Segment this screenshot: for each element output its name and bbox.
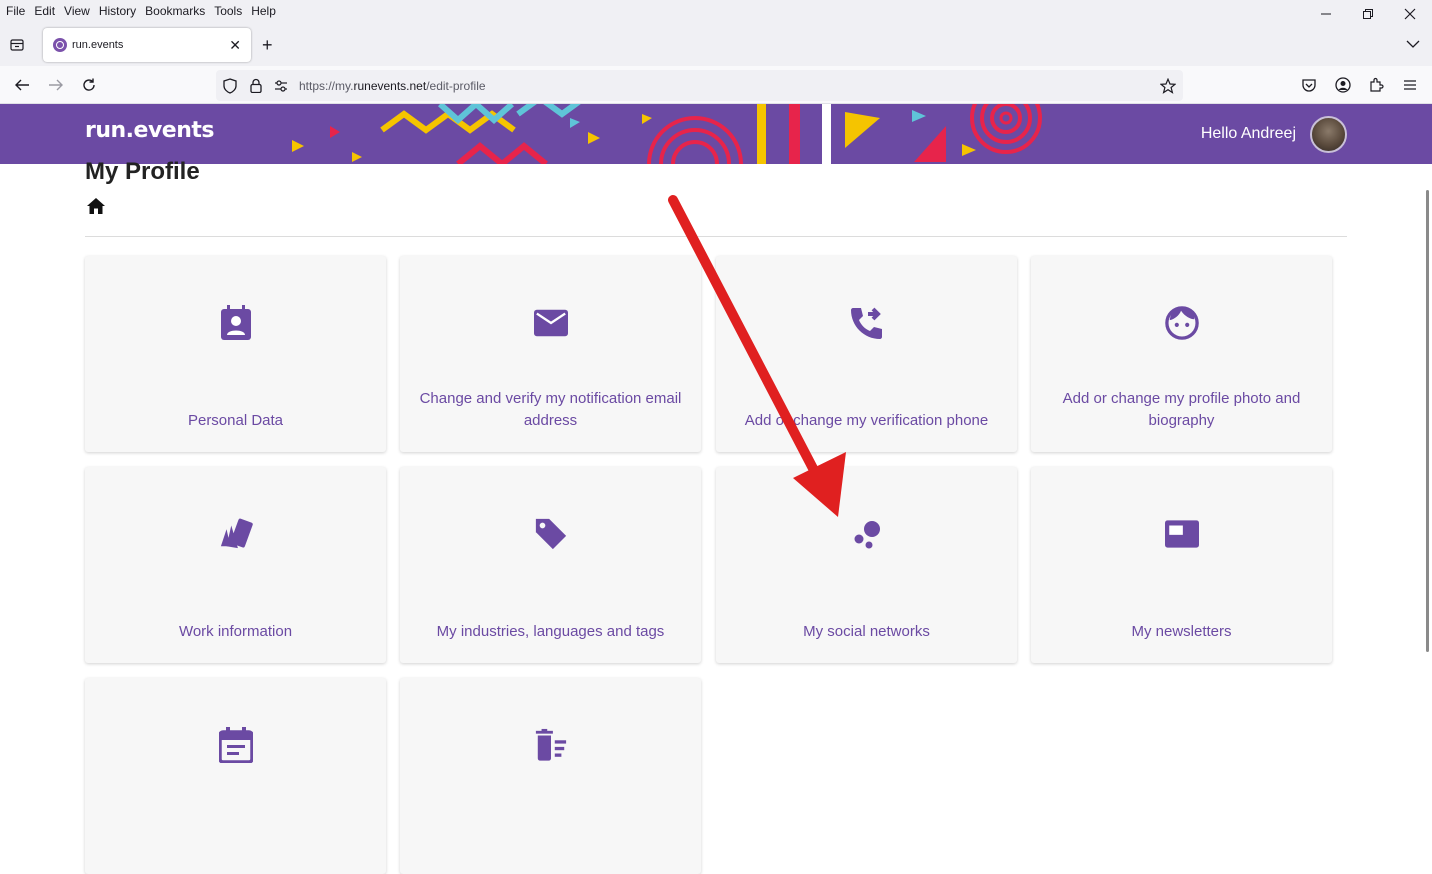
email-icon: [533, 306, 568, 340]
tab-bar: run.events ✕ +: [0, 22, 1432, 66]
card-calendar[interactable]: [85, 678, 386, 874]
card-label: My social networks: [803, 623, 930, 640]
account-icon: [1335, 77, 1351, 93]
shield-icon[interactable]: [223, 78, 237, 94]
tab-run-events[interactable]: run.events ✕: [43, 28, 251, 62]
pocket-icon: [1302, 78, 1316, 92]
menu-edit[interactable]: Edit: [34, 4, 55, 18]
back-button[interactable]: [12, 75, 32, 95]
user-avatar[interactable]: [1310, 116, 1347, 153]
menu-view[interactable]: View: [64, 4, 90, 18]
forward-button[interactable]: [46, 75, 66, 95]
header-divider: [822, 104, 831, 164]
card-label: Change and verify my notification email …: [419, 390, 682, 429]
card-work-information[interactable]: Work information: [85, 467, 386, 663]
tab-close-icon[interactable]: ✕: [229, 37, 241, 54]
extensions-button[interactable]: [1366, 75, 1386, 95]
new-tab-button[interactable]: +: [262, 35, 273, 56]
card-industries-languages-tags[interactable]: My industries, languages and tags: [400, 467, 701, 663]
run-events-favicon-icon: [53, 38, 67, 52]
lock-icon[interactable]: [250, 78, 262, 93]
card-label: Personal Data: [187, 412, 284, 429]
list-all-tabs-button[interactable]: [1406, 36, 1420, 54]
menu-bookmarks[interactable]: Bookmarks: [145, 4, 205, 18]
card-label: Work information: [178, 623, 293, 640]
menu-bar: File Edit View History Bookmarks Tools H…: [0, 0, 1432, 22]
page-scrollbar[interactable]: [1426, 190, 1429, 652]
tab-list-icon: [10, 39, 24, 51]
phone-forward-icon: [850, 306, 884, 340]
card-verification-phone[interactable]: Add or change my verification phone: [716, 256, 1017, 452]
card-label: Add or change my verification phone: [744, 412, 989, 429]
face-icon: [1164, 306, 1199, 340]
minimize-icon: [1321, 13, 1331, 15]
card-personal-data[interactable]: Personal Data: [85, 256, 386, 452]
home-icon[interactable]: [86, 197, 106, 215]
chevron-down-icon: [1406, 40, 1420, 48]
url-domain: runevents.net: [353, 79, 427, 93]
tag-icon: [534, 517, 568, 551]
arrow-right-icon: [49, 79, 63, 91]
site-header: run.events Hello Andreej: [0, 104, 1432, 164]
puzzle-extensions-icon: [1370, 77, 1384, 92]
arrow-left-icon: [15, 79, 29, 91]
restore-icon: [1363, 9, 1373, 19]
user-greeting[interactable]: Hello Andreej: [1201, 125, 1296, 143]
swatches-icon: [219, 517, 253, 551]
app-menu-button[interactable]: [1400, 75, 1420, 95]
permissions-icon[interactable]: [274, 80, 288, 92]
star-bookmark-icon[interactable]: [1160, 78, 1176, 94]
menu-help[interactable]: Help: [251, 4, 276, 18]
url-text[interactable]: https://my.runevents.net/edit-profile: [299, 79, 486, 93]
page-title: My Profile: [85, 158, 200, 185]
url-path: /edit-profile: [426, 79, 486, 93]
card-profile-photo-biography[interactable]: Add or change my profile photo and biogr…: [1031, 256, 1332, 452]
card-newsletters[interactable]: My newsletters: [1031, 467, 1332, 663]
newsletter-icon: [1164, 517, 1199, 551]
bubbles-icon: [850, 517, 884, 551]
card-label: My industries, languages and tags: [436, 623, 665, 640]
address-bar[interactable]: https://my.runevents.net/edit-profile: [216, 70, 1183, 101]
url-prefix: https://my.: [299, 79, 354, 93]
menu-tools[interactable]: Tools: [214, 4, 242, 18]
tab-title: run.events: [72, 39, 124, 51]
hamburger-menu-icon: [1404, 80, 1416, 90]
pocket-button[interactable]: [1299, 75, 1319, 95]
title-divider: [85, 236, 1347, 237]
menu-file[interactable]: File: [6, 4, 25, 18]
reload-button[interactable]: [79, 75, 99, 95]
account-button[interactable]: [1333, 75, 1353, 95]
close-icon: [1404, 8, 1416, 20]
menu-history[interactable]: History: [99, 4, 136, 18]
card-social-networks[interactable]: My social networks: [716, 467, 1017, 663]
calendar-icon: [218, 727, 253, 763]
card-delete-account[interactable]: [400, 678, 701, 874]
navigation-bar: https://my.runevents.net/edit-profile: [0, 66, 1432, 104]
card-notification-email[interactable]: Change and verify my notification email …: [400, 256, 701, 452]
site-logo[interactable]: run.events: [85, 118, 215, 143]
card-label: Add or change my profile photo and biogr…: [1062, 390, 1301, 429]
tab-list-button[interactable]: [8, 36, 26, 54]
delete-list-icon: [534, 728, 568, 762]
reload-icon: [83, 78, 95, 91]
card-label: My newsletters: [1131, 623, 1232, 640]
contact-card-icon: [219, 305, 253, 340]
